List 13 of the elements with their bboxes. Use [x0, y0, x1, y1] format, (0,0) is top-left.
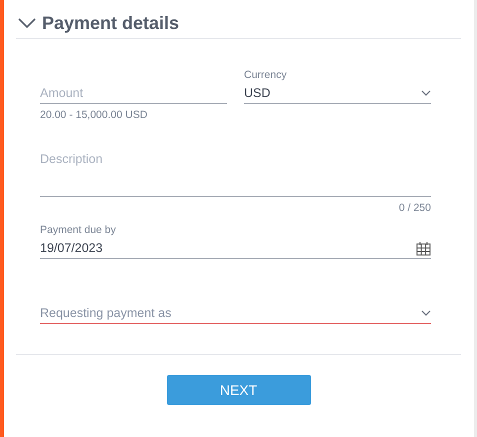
due-date-field[interactable]: 19/07/2023: [40, 238, 431, 259]
description-field[interactable]: Description: [40, 152, 431, 166]
currency-select[interactable]: USD: [244, 83, 431, 104]
chevron-down-icon[interactable]: [421, 310, 431, 316]
calendar-icon[interactable]: [416, 240, 431, 256]
currency-label: Currency: [244, 69, 288, 83]
chevron-down-icon[interactable]: [421, 90, 431, 96]
due-date-label: Payment due by: [40, 224, 117, 238]
section-header[interactable]: Payment details: [16, 0, 180, 38]
character-counter: 0 / 250: [398, 202, 431, 214]
amount-field[interactable]: Amount: [40, 86, 227, 100]
amount-hint: 20.00 - 15,000.00 USD: [40, 109, 148, 121]
chevron-down-icon: [18, 18, 36, 28]
